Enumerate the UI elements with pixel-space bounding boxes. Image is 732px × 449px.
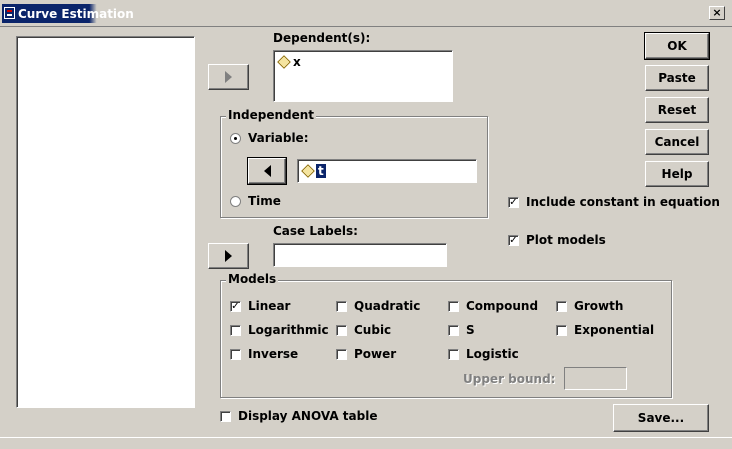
inverse-checkbox[interactable]: [230, 349, 241, 360]
linear-label: Linear: [248, 299, 291, 313]
display-anova-checkbox[interactable]: [220, 411, 231, 422]
move-to-dependents-button[interactable]: [208, 64, 249, 90]
cubic-checkbox[interactable]: [336, 325, 347, 336]
variable-icon: [301, 164, 315, 178]
app-icon: [4, 7, 15, 19]
variable-radio[interactable]: [230, 133, 241, 144]
source-variable-list[interactable]: [16, 36, 195, 408]
cancel-button[interactable]: Cancel: [645, 129, 709, 155]
quadratic-label: Quadratic: [354, 299, 421, 313]
window-title: Curve Estimation: [18, 7, 134, 21]
power-label: Power: [354, 347, 397, 361]
growth-checkbox[interactable]: [556, 301, 567, 312]
ok-button[interactable]: OK: [644, 32, 710, 60]
paste-button[interactable]: Paste: [645, 65, 709, 91]
s-label: S: [466, 323, 475, 337]
help-button[interactable]: Help: [645, 161, 709, 187]
s-checkbox[interactable]: [448, 325, 459, 336]
time-radio[interactable]: [230, 196, 241, 207]
inverse-label: Inverse: [248, 347, 299, 361]
independent-variable-name: t: [316, 164, 326, 178]
save-button[interactable]: Save...: [613, 404, 709, 432]
reset-button[interactable]: Reset: [645, 97, 709, 123]
case-labels-field[interactable]: [273, 243, 447, 267]
plot-models-label: Plot models: [526, 233, 606, 247]
quadratic-checkbox[interactable]: [336, 301, 347, 312]
upper-bound-field: [564, 367, 627, 390]
linear-checkbox[interactable]: ✓: [230, 301, 241, 312]
case-labels-label: Case Labels:: [273, 224, 358, 238]
include-constant-label: Include constant in equation: [526, 195, 720, 209]
logistic-checkbox[interactable]: [448, 349, 459, 360]
time-radio-label: Time: [248, 194, 281, 208]
list-item[interactable]: x: [277, 55, 301, 69]
exponential-label: Exponential: [574, 323, 655, 337]
move-to-independent-button[interactable]: [247, 157, 287, 185]
upper-bound-label: Upper bound:: [463, 372, 556, 386]
move-to-case-labels-button[interactable]: [208, 243, 249, 269]
variable-radio-label: Variable:: [248, 131, 309, 145]
logarithmic-checkbox[interactable]: [230, 325, 241, 336]
plot-models-checkbox[interactable]: ✓: [508, 235, 519, 246]
logarithmic-label: Logarithmic: [248, 323, 329, 337]
logistic-label: Logistic: [466, 347, 519, 361]
compound-label: Compound: [466, 299, 539, 313]
cubic-label: Cubic: [354, 323, 392, 337]
display-anova-label: Display ANOVA table: [238, 409, 378, 423]
dependents-label: Dependent(s):: [273, 31, 371, 45]
close-button[interactable]: ×: [709, 6, 725, 20]
dependents-list[interactable]: x: [273, 50, 453, 102]
dependent-variable-name: x: [293, 55, 301, 69]
variable-icon: [277, 55, 291, 69]
list-item[interactable]: t: [301, 164, 326, 178]
growth-label: Growth: [574, 299, 624, 313]
arrow-left-icon: [263, 165, 271, 177]
compound-checkbox[interactable]: [448, 301, 459, 312]
independent-label: Independent: [226, 108, 317, 122]
arrow-right-icon: [225, 71, 232, 83]
independent-variable-field[interactable]: t: [297, 159, 477, 183]
include-constant-checkbox[interactable]: ✓: [508, 197, 519, 208]
window-bottom-edge: [0, 437, 732, 449]
models-label: Models: [226, 272, 279, 286]
exponential-checkbox[interactable]: [556, 325, 567, 336]
arrow-right-icon: [225, 250, 232, 262]
power-checkbox[interactable]: [336, 349, 347, 360]
